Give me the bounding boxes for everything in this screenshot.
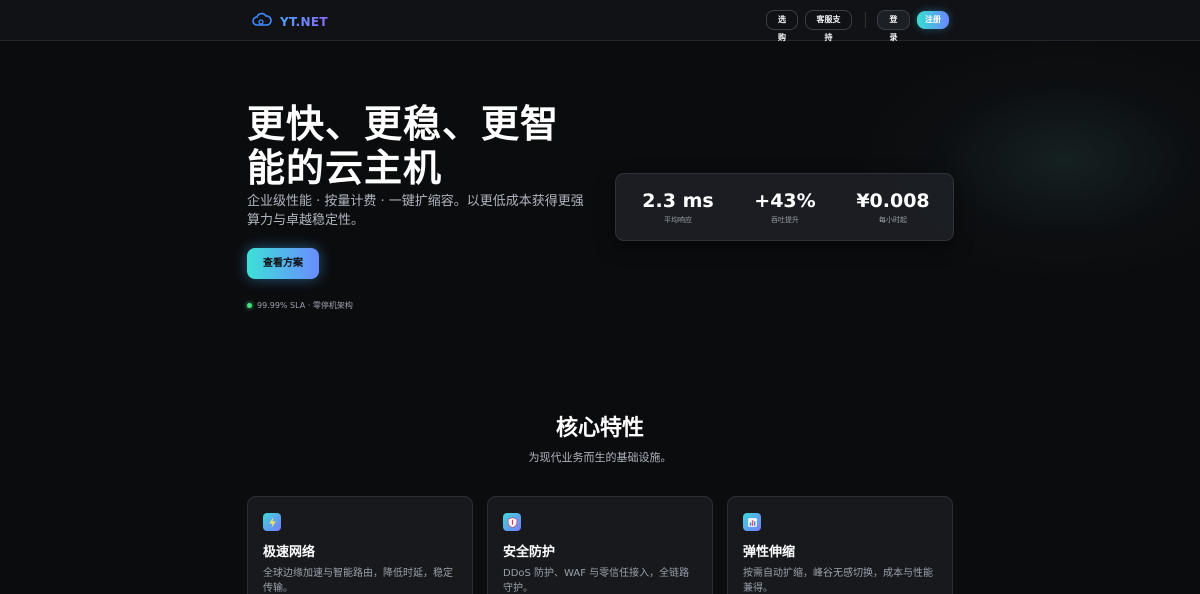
features-subtitle: 为现代业务而生的基础设施。 xyxy=(528,451,672,464)
feature-card-network: 极速网络 全球边缘加速与智能路由，降低时延，稳定传输。 xyxy=(247,496,473,594)
card-title: 弹性伸缩 xyxy=(743,545,796,560)
card-desc: DDoS 防护、WAF 与零信任接入，全链路守护。 xyxy=(503,568,690,594)
shield-icon xyxy=(503,513,521,531)
stat-value: 2.3 ms xyxy=(642,190,714,212)
sla-text: 99.99% SLA · 零停机架构 xyxy=(257,301,353,310)
stat-value: ¥0.008 xyxy=(856,190,930,212)
stat-value: +43% xyxy=(754,190,816,212)
status-dot-icon xyxy=(247,303,252,308)
top-navbar: YT.NET 选购 客服支持 登录 注册 xyxy=(0,0,1200,42)
card-desc: 按需自动扩缩，峰谷无感切换，成本与性能兼得。 xyxy=(743,568,933,594)
card-title: 安全防护 xyxy=(503,545,556,560)
stat-label: 平均响应 xyxy=(664,216,692,224)
feature-card-scaling: 弹性伸缩 按需自动扩缩，峰谷无感切换，成本与性能兼得。 xyxy=(727,496,953,594)
login-button[interactable]: 登录 xyxy=(877,10,910,42)
background-glow xyxy=(860,40,1200,280)
register-button[interactable]: 注册 xyxy=(917,11,949,29)
nav-divider xyxy=(865,12,866,28)
stat-throughput: +43% 吞吐提升 xyxy=(730,189,840,225)
cloud-icon xyxy=(252,11,272,33)
card-desc: 全球边缘加速与智能路由，降低时延，稳定传输。 xyxy=(263,568,453,594)
brand-name: YT.NET xyxy=(280,15,328,29)
stat-label: 吞吐提升 xyxy=(771,216,799,224)
stat-price: ¥0.008 每小时起 xyxy=(838,189,948,225)
hero-subtitle: 企业级性能 · 按量计费 · 一键扩缩容。以更低成本获得更强算力与卓越稳定性。 xyxy=(247,194,584,228)
hero-title: 更快、更稳、更智能的云主机 xyxy=(247,102,560,190)
brand-logo[interactable]: YT.NET xyxy=(252,11,328,33)
nav-link-shop[interactable]: 选购 xyxy=(766,10,798,42)
features-title: 核心特性 xyxy=(555,416,644,441)
nav-link-support[interactable]: 客服支持 xyxy=(805,10,852,42)
view-plans-button[interactable]: 查看方案 xyxy=(247,248,319,279)
feature-card-security: 安全防护 DDoS 防护、WAF 与零信任接入，全链路守护。 xyxy=(487,496,713,594)
stat-response: 2.3 ms 平均响应 xyxy=(623,189,733,225)
lightning-icon xyxy=(263,513,281,531)
bar-chart-icon xyxy=(743,513,761,531)
stats-panel: 2.3 ms 平均响应 +43% 吞吐提升 ¥0.008 每小时起 xyxy=(615,173,954,241)
stat-label: 每小时起 xyxy=(879,216,907,224)
card-title: 极速网络 xyxy=(263,545,316,560)
sla-status: 99.99% SLA · 零停机架构 xyxy=(247,300,353,311)
